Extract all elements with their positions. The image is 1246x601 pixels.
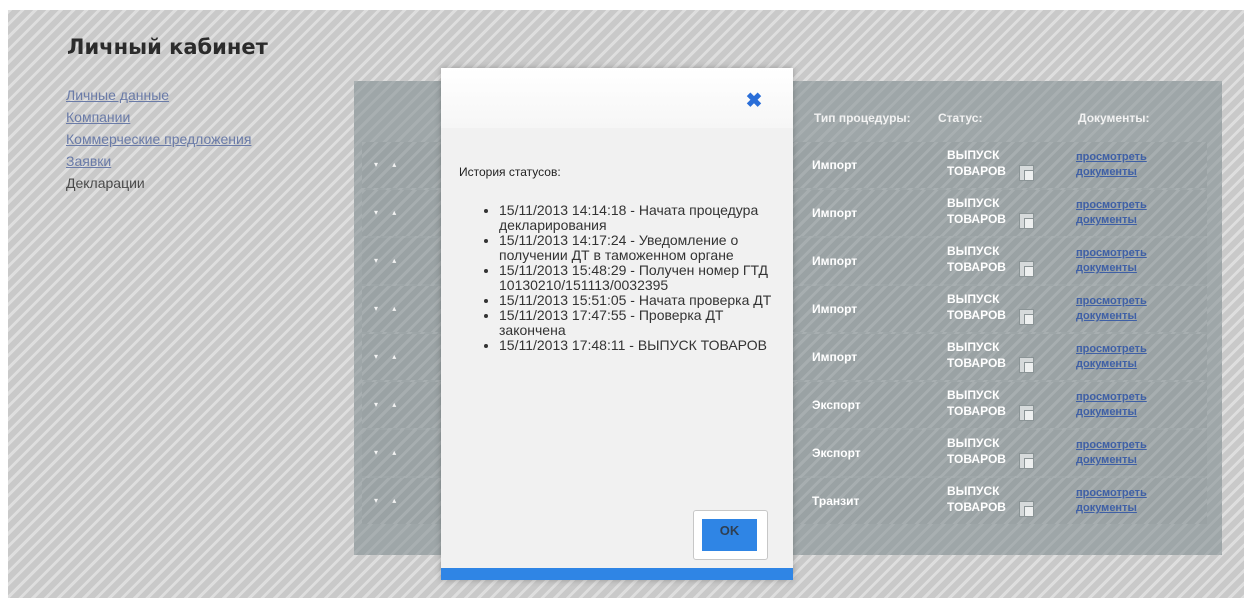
row-sort-controls[interactable]: ▾ ▴: [374, 448, 402, 457]
row-procedure: Экспорт: [812, 398, 861, 412]
dialog-header: ✖: [441, 68, 793, 128]
documents-icon[interactable]: [1019, 213, 1034, 229]
documents-icon[interactable]: [1019, 357, 1034, 373]
row-procedure: Импорт: [812, 350, 858, 364]
nav-item-personal-data[interactable]: Личные данные: [66, 84, 326, 106]
row-status: ВЫПУСК ТОВАРОВ: [947, 244, 1006, 274]
documents-icon[interactable]: [1019, 309, 1034, 325]
page-title: Личный кабинет: [67, 35, 268, 59]
nav-item-companies[interactable]: Компании: [66, 106, 326, 128]
documents-icon[interactable]: [1019, 501, 1034, 517]
dialog-accent-bar: [441, 568, 793, 580]
close-icon[interactable]: ✖: [743, 90, 765, 112]
column-header-status[interactable]: Статус:: [938, 111, 982, 125]
view-documents-link[interactable]: просмотреть документы: [1076, 438, 1186, 468]
nav-item-commercial-offers[interactable]: Коммерческие предложения: [66, 128, 326, 150]
row-procedure: Экспорт: [812, 446, 861, 460]
column-header-procedure[interactable]: Тип процедуры:: [814, 111, 911, 125]
view-documents-link[interactable]: просмотреть документы: [1076, 390, 1186, 420]
row-sort-controls[interactable]: ▾ ▴: [374, 352, 402, 361]
nav-item-declarations-current: Декларации: [66, 175, 145, 191]
row-sort-controls[interactable]: ▾ ▴: [374, 304, 402, 313]
row-sort-controls[interactable]: ▾ ▴: [374, 160, 402, 169]
documents-icon[interactable]: [1019, 165, 1034, 181]
row-status: ВЫПУСК ТОВАРОВ: [947, 292, 1006, 322]
ok-button-label: OK: [702, 519, 757, 551]
row-sort-controls[interactable]: ▾ ▴: [374, 400, 402, 409]
status-history-item: 15/11/2013 15:51:05 - Начата проверка ДТ: [499, 293, 789, 308]
nav-item-requests[interactable]: Заявки: [66, 150, 326, 172]
side-navigation: Личные данные Компании Коммерческие пред…: [66, 84, 326, 194]
row-procedure: Импорт: [812, 206, 858, 220]
row-procedure: Импорт: [812, 254, 858, 268]
row-sort-controls[interactable]: ▾ ▴: [374, 208, 402, 217]
row-status: ВЫПУСК ТОВАРОВ: [947, 148, 1006, 178]
row-status: ВЫПУСК ТОВАРОВ: [947, 340, 1006, 370]
row-sort-controls[interactable]: ▾ ▴: [374, 496, 402, 505]
documents-icon[interactable]: [1019, 405, 1034, 421]
view-documents-link[interactable]: просмотреть документы: [1076, 294, 1186, 324]
row-status: ВЫПУСК ТОВАРОВ: [947, 388, 1006, 418]
dialog-heading: История статусов:: [459, 165, 561, 179]
status-history-item: 15/11/2013 15:48:29 - Получен номер ГТД …: [499, 263, 789, 293]
row-status: ВЫПУСК ТОВАРОВ: [947, 484, 1006, 514]
ok-button[interactable]: OK: [693, 510, 768, 560]
status-history-item: 15/11/2013 17:48:11 - ВЫПУСК ТОВАРОВ: [499, 338, 789, 353]
row-procedure: Транзит: [812, 494, 860, 508]
row-status: ВЫПУСК ТОВАРОВ: [947, 196, 1006, 226]
view-documents-link[interactable]: просмотреть документы: [1076, 342, 1186, 372]
documents-icon[interactable]: [1019, 453, 1034, 469]
view-documents-link[interactable]: просмотреть документы: [1076, 486, 1186, 516]
row-procedure: Импорт: [812, 158, 858, 172]
view-documents-link[interactable]: просмотреть документы: [1076, 246, 1186, 276]
status-history-list: 15/11/2013 14:14:18 - Начата процедура д…: [483, 203, 789, 353]
row-status: ВЫПУСК ТОВАРОВ: [947, 436, 1006, 466]
status-history-item: 15/11/2013 17:47:55 - Проверка ДТ законч…: [499, 308, 789, 338]
view-documents-link[interactable]: просмотреть документы: [1076, 198, 1186, 228]
status-history-item: 15/11/2013 14:14:18 - Начата процедура д…: [499, 203, 789, 233]
view-documents-link[interactable]: просмотреть документы: [1076, 150, 1186, 180]
status-history-dialog: ✖ История статусов: 15/11/2013 14:14:18 …: [441, 68, 793, 580]
status-history-item: 15/11/2013 14:17:24 - Уведомление о полу…: [499, 233, 789, 263]
column-header-documents[interactable]: Документы:: [1078, 111, 1149, 125]
row-procedure: Импорт: [812, 302, 858, 316]
documents-icon[interactable]: [1019, 261, 1034, 277]
row-sort-controls[interactable]: ▾ ▴: [374, 256, 402, 265]
